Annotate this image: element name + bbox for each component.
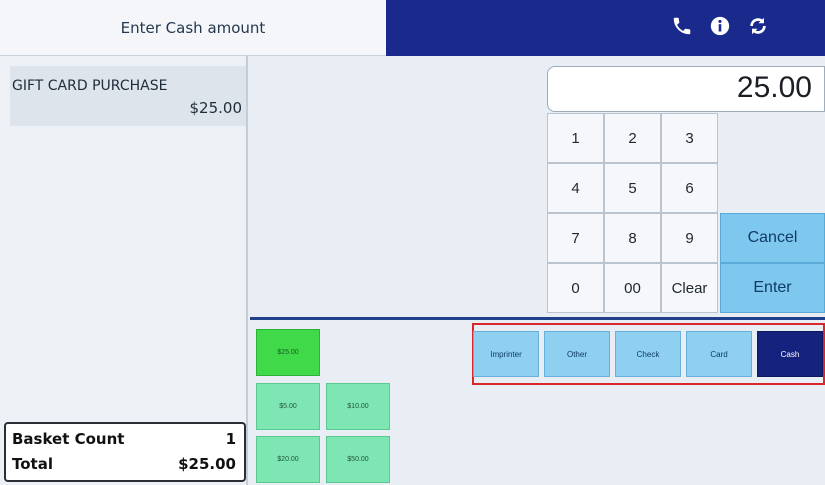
enter-button[interactable]: Enter [720, 263, 825, 313]
basket-item-row[interactable]: GIFT CARD PURCHASE $25.00 [10, 66, 246, 126]
key-5[interactable]: 5 [604, 163, 661, 213]
basket-item-name: GIFT CARD PURCHASE [12, 78, 168, 94]
info-icon[interactable] [709, 14, 731, 38]
basket-panel: GIFT CARD PURCHASE $25.00 Basket Count 1… [0, 56, 248, 485]
key-0[interactable]: 0 [547, 263, 604, 313]
tender-check-button[interactable]: Check [615, 331, 681, 377]
quick-cash-5-button[interactable]: $5.00 [256, 383, 320, 430]
basket-count-label: Basket Count [12, 430, 125, 448]
key-4[interactable]: 4 [547, 163, 604, 213]
tender-card-button[interactable]: Card [686, 331, 752, 377]
header-icons [671, 14, 769, 38]
total-value: $25.00 [178, 455, 236, 473]
header-bar [386, 0, 825, 56]
amount-value: 25.00 [736, 71, 812, 104]
key-6[interactable]: 6 [661, 163, 718, 213]
quick-cash-25-button[interactable]: $25.00 [256, 329, 320, 376]
tender-imprinter-button[interactable]: Imprinter [473, 331, 539, 377]
phone-icon[interactable] [671, 14, 693, 38]
key-9[interactable]: 9 [661, 213, 718, 263]
amount-display: 25.00 [547, 66, 825, 112]
key-2[interactable]: 2 [604, 113, 661, 163]
basket-summary: Basket Count 1 Total $25.00 [4, 422, 246, 482]
prompt-title: Enter Cash amount [0, 0, 386, 56]
key-3[interactable]: 3 [661, 113, 718, 163]
tender-other-button[interactable]: Other [544, 331, 610, 377]
quick-cash-10-button[interactable]: $10.00 [326, 383, 390, 430]
quick-cash-50-button[interactable]: $50.00 [326, 436, 390, 483]
key-00[interactable]: 00 [604, 263, 661, 313]
prompt-text: Enter Cash amount [120, 18, 266, 37]
cancel-button[interactable]: Cancel [720, 213, 825, 263]
basket-item-price: $25.00 [189, 99, 243, 117]
tender-cash-button[interactable]: Cash [757, 331, 823, 377]
key-7[interactable]: 7 [547, 213, 604, 263]
clear-button[interactable]: Clear [661, 263, 718, 313]
quick-cash-20-button[interactable]: $20.00 [256, 436, 320, 483]
refresh-icon[interactable] [747, 14, 769, 38]
key-8[interactable]: 8 [604, 213, 661, 263]
basket-count-value: 1 [225, 430, 236, 448]
key-1[interactable]: 1 [547, 113, 604, 163]
total-label: Total [12, 455, 53, 473]
section-divider [250, 317, 825, 320]
